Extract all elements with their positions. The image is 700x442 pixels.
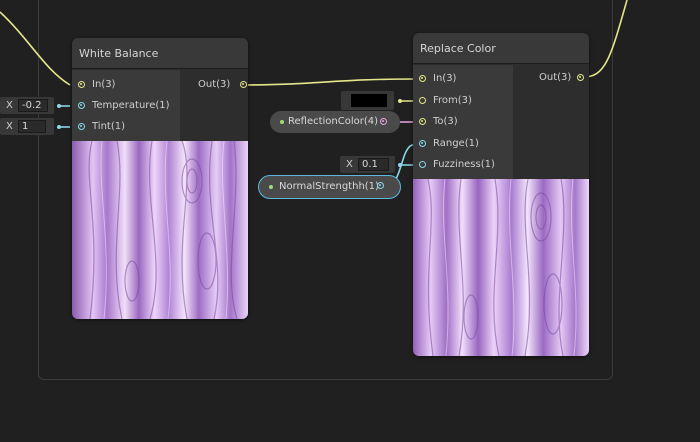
white-balance-node[interactable]: White Balance In(3) Temperature(1) Tint(… <box>72 38 248 319</box>
white-balance-out-port[interactable]: Out(3) <box>198 77 248 93</box>
port-label-temperature: Temperature(1) <box>92 100 170 111</box>
vector3-port-icon[interactable] <box>419 75 426 82</box>
port-label-out: Out(3) <box>198 79 231 90</box>
wire-in-white-balance <box>0 11 71 86</box>
fuzziness-field[interactable]: X 0.1 <box>340 156 395 173</box>
wire-white-balance-to-replace-color <box>239 78 417 86</box>
port-label-tint: Tint(1) <box>92 121 126 132</box>
color-port-icon[interactable] <box>380 118 387 125</box>
fuzziness-connector-dot <box>398 163 402 167</box>
port-label-to: To(3) <box>433 116 458 127</box>
port-label-range: Range(1) <box>433 138 479 149</box>
replace-color-node[interactable]: Replace Color In(3) From(3) To(3) Range(… <box>413 33 589 356</box>
float-port-icon[interactable] <box>78 123 85 130</box>
from-color-field[interactable] <box>341 91 394 110</box>
tint-field[interactable]: X 1 <box>0 118 54 135</box>
vector3-port-icon[interactable] <box>419 97 426 104</box>
white-balance-inputs: In(3) Temperature(1) Tint(1) <box>72 70 180 141</box>
replace-color-title[interactable]: Replace Color <box>413 33 589 64</box>
float-port-icon[interactable] <box>78 102 85 109</box>
white-balance-outputs: Out(3) <box>180 70 248 141</box>
replace-color-outputs: Out(3) <box>513 65 589 179</box>
port-label-in: In(3) <box>433 73 457 84</box>
temperature-field[interactable]: X -0.2 <box>0 97 54 114</box>
replace-color-preview <box>413 179 589 356</box>
property-indicator-dot <box>280 120 284 124</box>
tint-value-input[interactable]: 1 <box>18 120 46 133</box>
temperature-connector-dot <box>57 104 61 108</box>
tint-axis-label: X <box>6 121 13 132</box>
property-indicator-dot <box>269 185 273 189</box>
float-port-icon[interactable] <box>419 140 426 147</box>
fuzziness-axis-label: X <box>346 159 353 170</box>
port-label-in: In(3) <box>92 79 116 90</box>
vector3-port-icon[interactable] <box>419 118 426 125</box>
temperature-axis-label: X <box>6 100 13 111</box>
replace-color-inputs: In(3) From(3) To(3) Range(1) Fuzziness(1… <box>413 65 513 179</box>
reflection-color-property[interactable]: ReflectionColor(4) <box>270 111 400 133</box>
vector3-port-icon[interactable] <box>240 81 247 88</box>
float-port-icon[interactable] <box>419 161 426 168</box>
white-balance-title[interactable]: White Balance <box>72 38 248 69</box>
tint-connector-dot <box>57 125 61 129</box>
vector3-port-icon[interactable] <box>577 74 584 81</box>
from-color-swatch[interactable] <box>351 94 387 107</box>
fuzziness-value-input[interactable]: 0.1 <box>358 158 389 171</box>
replace-color-out-port[interactable]: Out(3) <box>539 70 589 86</box>
vector3-port-icon[interactable] <box>78 81 85 88</box>
float-port-icon[interactable] <box>377 182 384 189</box>
port-label-from: From(3) <box>433 95 472 106</box>
from-connector-dot <box>398 99 402 103</box>
normal-strength-label: NormalStrengthh(1) <box>279 181 379 192</box>
wire-replace-color-out <box>582 0 628 78</box>
temperature-value-input[interactable]: -0.2 <box>18 99 48 112</box>
reflection-color-label: ReflectionColor(4) <box>288 116 379 127</box>
white-balance-preview <box>72 141 248 319</box>
port-label-out: Out(3) <box>539 72 572 83</box>
port-label-fuzziness: Fuzziness(1) <box>433 159 495 170</box>
normal-strength-property[interactable]: NormalStrengthh(1) <box>258 175 401 199</box>
